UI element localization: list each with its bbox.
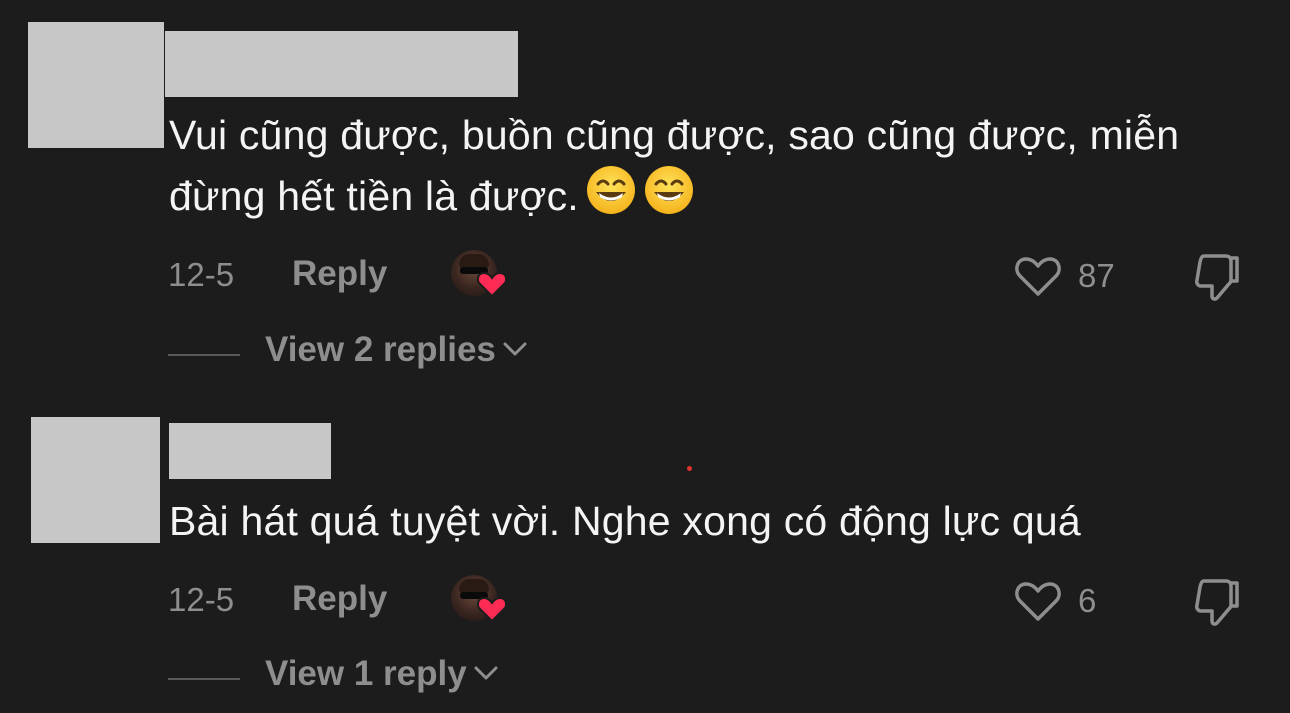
liked-by-creator-badge [451,573,511,629]
comment-actions: 12-5 Reply 87 [0,248,1290,304]
comment-item: Bài hát quá tuyệt vời. Nghe xong có động… [0,400,1290,713]
grinning-face-emoji [643,164,695,231]
comment-date: 12-5 [168,256,235,293]
grinning-face-emoji [585,164,637,231]
comment-item: Vui cũng được, buồn cũng được, sao cũng … [0,0,1290,385]
reply-button[interactable]: Reply [292,254,387,294]
avatar-redacted[interactable] [28,22,164,148]
thumbs-down-icon[interactable] [1190,250,1242,304]
heart-outline-icon [1015,257,1061,296]
red-heart-icon [477,596,507,623]
view-replies-label: View 2 replies [265,330,496,369]
red-heart-icon [477,271,507,298]
avatar-redacted[interactable] [31,417,160,543]
chevron-down-icon [474,666,498,680]
like-count: 87 [1078,257,1115,294]
username-redacted[interactable] [169,423,331,479]
chevron-down-icon [503,342,527,356]
comment-text: Vui cũng được, buồn cũng được, sao cũng … [169,106,1249,231]
view-replies-label: View 1 reply [265,654,467,693]
comment-actions: 12-5 Reply 6 [0,573,1290,629]
comment-date: 12-5 [168,581,235,618]
username-redacted[interactable] [165,31,518,97]
reply-button[interactable]: Reply [292,579,387,619]
thumbs-down-icon[interactable] [1190,575,1242,629]
divider [168,678,240,680]
comment-text: Bài hát quá tuyệt vời. Nghe xong có động… [169,498,1081,544]
heart-outline-icon [1015,582,1061,621]
divider [168,354,240,356]
like-count: 6 [1078,582,1097,619]
liked-by-creator-badge [451,248,511,304]
